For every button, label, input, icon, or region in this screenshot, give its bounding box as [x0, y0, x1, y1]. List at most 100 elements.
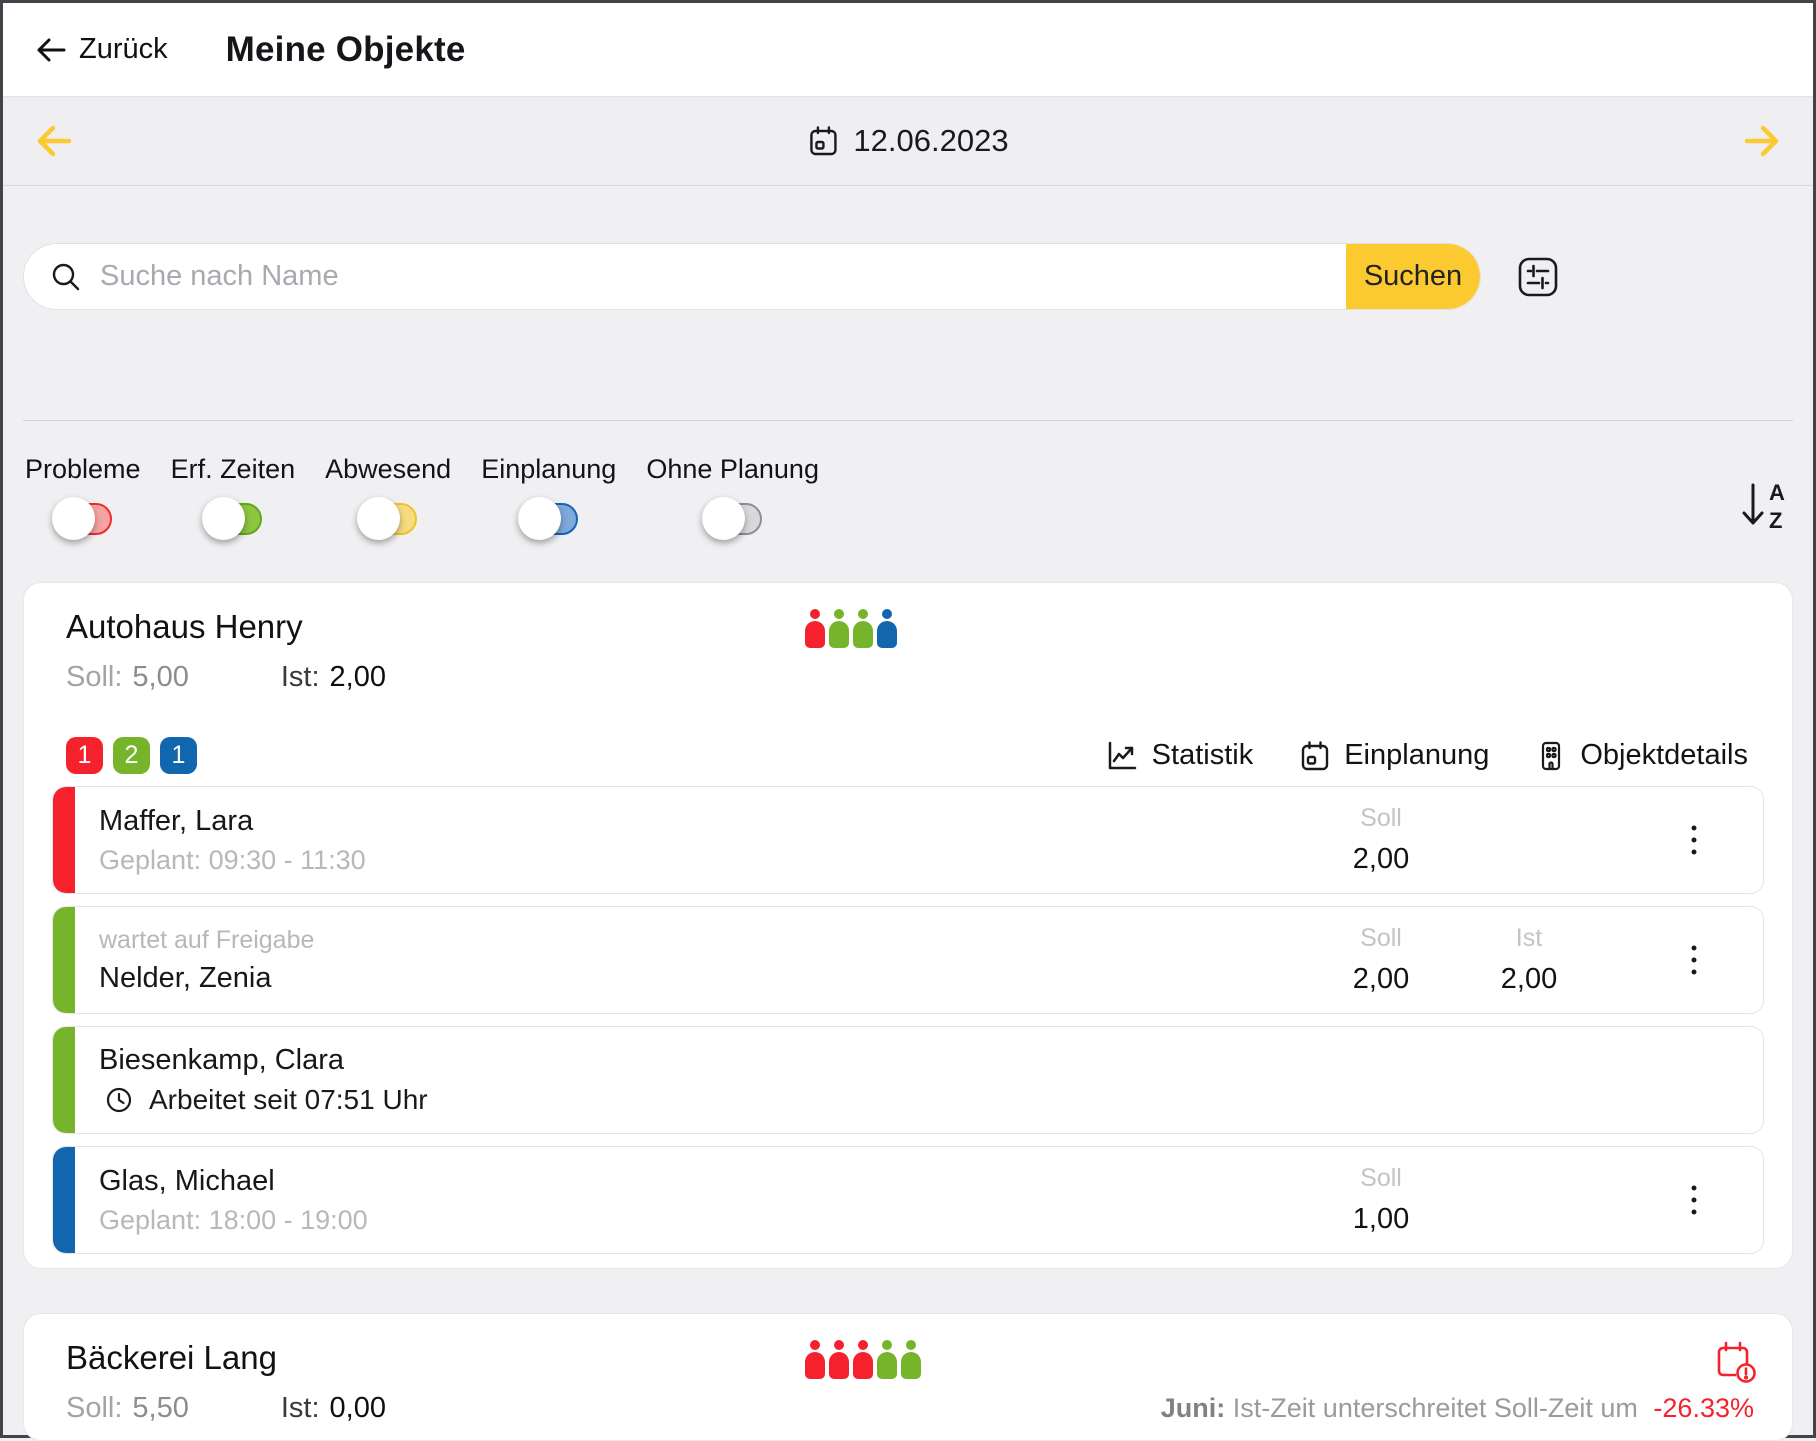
date-navigation-bar: 12.06.2023	[3, 97, 1813, 186]
object-soll-ist-line: Soll: 5,00 Ist: 2,00	[52, 661, 1764, 691]
search-button[interactable]: Suchen	[1346, 243, 1480, 310]
ist-label: Ist:	[281, 661, 320, 694]
toggle-erf-zeiten[interactable]	[202, 500, 264, 538]
section-divider	[23, 420, 1793, 421]
soll-label: Soll:	[66, 661, 122, 694]
undertime-warning: Juni: Ist-Zeit unterschreitet Soll-Zeit …	[1161, 1393, 1764, 1424]
row-menu-button[interactable]	[1686, 1180, 1703, 1221]
person-icon	[853, 1340, 873, 1379]
einplanung-button[interactable]: Einplanung	[1299, 739, 1489, 773]
count-badge[interactable]: 1	[66, 737, 103, 774]
soll-column-label: Soll	[1326, 924, 1436, 953]
filter-settings-button[interactable]	[1515, 254, 1561, 300]
card-header: Bäckerei Lang	[52, 1338, 1764, 1378]
filter-label: Ohne Planung	[646, 454, 819, 485]
filter-label: Abwesend	[325, 454, 451, 485]
employee-row-biesenkamp-clara[interactable]: Biesenkamp, Clara Arbeitet seit 07:51 Uh…	[52, 1026, 1764, 1134]
soll-metric: Soll 1,00	[1326, 1164, 1436, 1236]
employee-name: Biesenkamp, Clara	[99, 1044, 1543, 1077]
person-icon	[901, 1340, 921, 1379]
employee-row-glas-michael[interactable]: Glas, Michael Geplant: 18:00 - 19:00 Sol…	[52, 1146, 1764, 1254]
employee-working-status: Arbeitet seit 07:51 Uhr	[99, 1084, 1543, 1116]
sort-alphabetical-button[interactable]: A Z	[1739, 478, 1791, 532]
ist-metric: Ist 2,00	[1474, 924, 1584, 996]
current-date[interactable]: 12.06.2023	[807, 123, 1008, 159]
person-icon	[829, 1340, 849, 1379]
warning-month: Juni:	[1161, 1393, 1226, 1423]
soll-column-label: Soll	[1326, 1164, 1436, 1193]
page-title: Meine Objekte	[226, 30, 466, 70]
back-label: Zurück	[79, 33, 168, 66]
soll-metric: Soll 2,00	[1326, 804, 1436, 876]
back-arrow-icon	[35, 35, 67, 65]
toggle-abwesend[interactable]	[357, 500, 419, 538]
filter-erf-zeiten[interactable]: Erf. Zeiten	[171, 454, 296, 538]
person-icon	[829, 609, 849, 648]
ist-column-label: Ist	[1474, 924, 1584, 953]
person-icon	[877, 1340, 897, 1379]
row-menu-button[interactable]	[1686, 940, 1703, 981]
soll-column-label: Soll	[1326, 804, 1436, 833]
building-icon	[1535, 740, 1567, 772]
count-badge[interactable]: 1	[160, 737, 197, 774]
ist-column-value: 2,00	[1474, 963, 1584, 996]
card-actions: Statistik Einplanung	[1105, 739, 1748, 773]
soll-metric: Soll 2,00	[1326, 924, 1436, 996]
back-button[interactable]: Zurück	[35, 33, 168, 66]
employee-row-maffer-lara[interactable]: Maffer, Lara Geplant: 09:30 - 11:30 Soll…	[52, 786, 1764, 894]
soll-column-value: 1,00	[1326, 1203, 1436, 1236]
toggle-einplanung[interactable]	[518, 500, 580, 538]
calendar-icon	[1299, 740, 1331, 772]
object-name: Autohaus Henry	[52, 607, 1764, 647]
filter-abwesend[interactable]: Abwesend	[325, 454, 451, 538]
row-menu-button[interactable]	[1686, 820, 1703, 861]
search-section: Suchen	[23, 243, 1793, 310]
statistik-button[interactable]: Statistik	[1105, 739, 1254, 773]
employee-count-icons	[805, 1340, 921, 1379]
object-card-autohaus-henry: Autohaus Henry Soll: 5,00 Ist: 2,00 121 …	[23, 582, 1793, 1269]
employee-count-icons	[805, 609, 897, 648]
employee-row-nelder-zenia[interactable]: wartet auf Freigabe Nelder, Zenia Soll 2…	[52, 906, 1764, 1014]
card-footer: Soll: 5,50 Ist: 0,00 Juni: Ist-Zeit unte…	[52, 1392, 1764, 1426]
calendar-icon	[807, 125, 839, 157]
sort-az-icon: A Z	[1739, 478, 1791, 532]
svg-text:A: A	[1769, 480, 1785, 505]
next-day-arrow-icon[interactable]	[1741, 123, 1783, 159]
statistik-label: Statistik	[1152, 739, 1254, 772]
clock-icon	[105, 1086, 133, 1114]
chart-icon	[1105, 739, 1139, 773]
search-bar: Suchen	[23, 243, 1481, 310]
filter-label: Probleme	[25, 454, 141, 485]
status-badges: 121	[66, 737, 197, 774]
date-text: 12.06.2023	[853, 123, 1008, 159]
working-since-text: Arbeitet seit 07:51 Uhr	[149, 1084, 428, 1116]
object-soll-ist-line: Soll: 5,50 Ist: 0,00	[52, 1392, 386, 1422]
soll-label: Soll:	[66, 1392, 122, 1425]
svg-text:Z: Z	[1769, 508, 1782, 532]
search-input[interactable]	[100, 244, 1346, 309]
filter-ohne-planung[interactable]: Ohne Planung	[646, 454, 819, 538]
calendar-alert-icon[interactable]	[1714, 1340, 1758, 1386]
previous-day-arrow-icon[interactable]	[33, 123, 75, 159]
person-icon	[805, 1340, 825, 1379]
person-icon	[805, 609, 825, 648]
person-icon	[853, 609, 873, 648]
ist-value: 2,00	[330, 661, 386, 694]
objektdetails-button[interactable]: Objektdetails	[1535, 739, 1748, 773]
filter-toggle-row: Probleme Erf. Zeiten Abwesend Einplanung…	[3, 454, 1813, 538]
ist-value: 0,00	[330, 1392, 386, 1425]
soll-column-value: 2,00	[1326, 963, 1436, 996]
soll-value: 5,50	[132, 1392, 188, 1425]
warning-percentage: -26.33%	[1653, 1393, 1754, 1423]
object-card-baeckerei-lang: Bäckerei Lang Soll: 5,50 Ist: 0,00 Juni:…	[23, 1313, 1793, 1441]
filter-probleme[interactable]: Probleme	[25, 454, 141, 538]
top-navigation-bar: Zurück Meine Objekte	[3, 3, 1813, 97]
warning-text: Ist-Zeit unterschreitet Soll-Zeit um	[1233, 1393, 1646, 1423]
filter-einplanung[interactable]: Einplanung	[481, 454, 616, 538]
einplanung-label: Einplanung	[1344, 739, 1489, 772]
ist-label: Ist:	[281, 1392, 320, 1425]
count-badge[interactable]: 2	[113, 737, 150, 774]
toggle-ohne-planung[interactable]	[702, 500, 764, 538]
toggle-probleme[interactable]	[52, 500, 114, 538]
badge-action-row: 121 Statistik Einplanung	[52, 737, 1764, 774]
